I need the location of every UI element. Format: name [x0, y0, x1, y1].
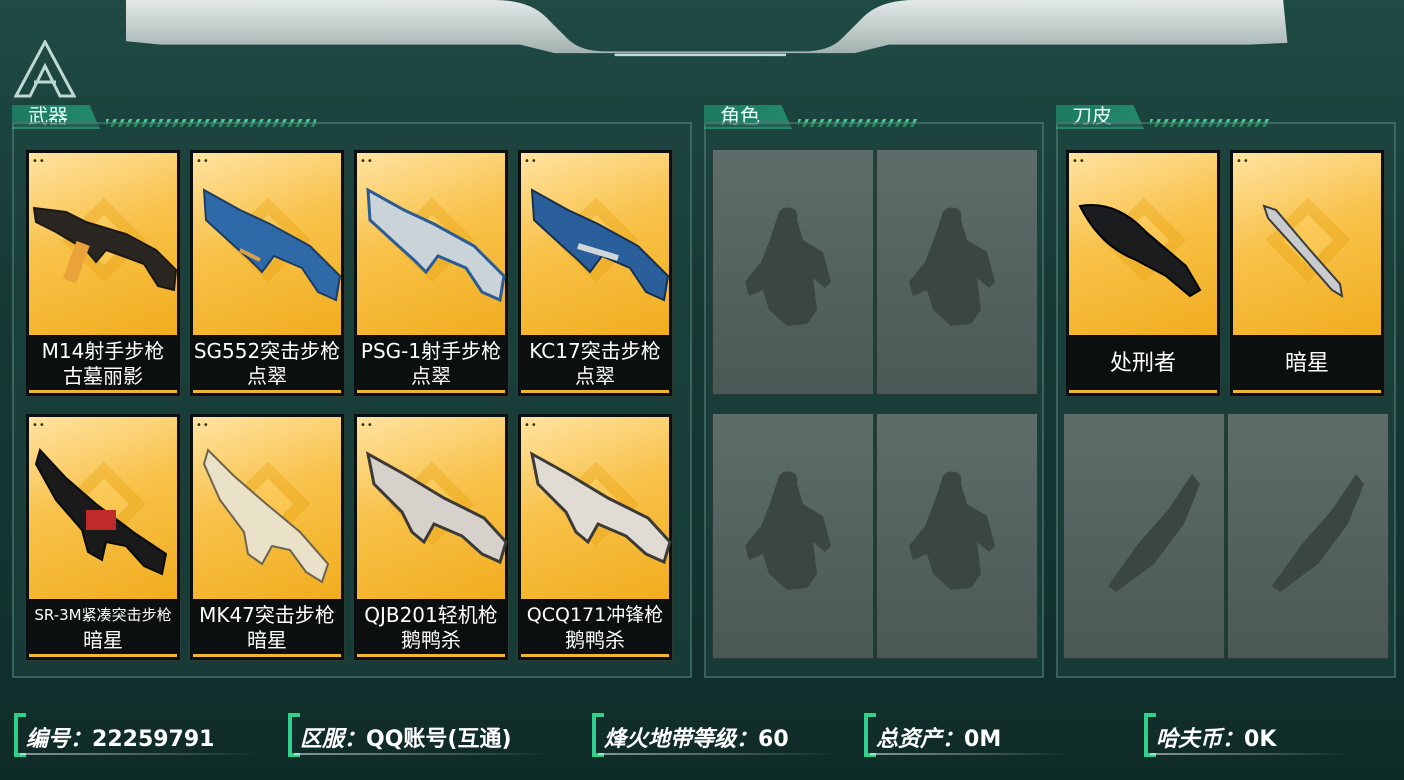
rifle-icon [366, 187, 506, 303]
assets-info: 总资产：0M [862, 713, 1082, 757]
weapon-skin: 古墓丽影 [63, 364, 143, 388]
coin-value: 0K [1244, 727, 1277, 752]
assets-value: 0M [964, 727, 1002, 752]
weapon-card[interactable]: •• SR-3M紧凑突击步枪 暗星 [25, 413, 181, 661]
card-corner-marker: •• [32, 420, 46, 431]
rarity-bar [193, 654, 341, 657]
underline-decoration [870, 753, 1070, 755]
weapon-skin: 暗星 [83, 628, 123, 652]
weapon-skin: 点翠 [411, 364, 451, 388]
rifle-icon [202, 448, 330, 584]
character-slot[interactable] [712, 413, 874, 659]
weapon-card[interactable]: •• SG552突击步枪 点翠 [189, 149, 345, 397]
server-info: 区服：QQ账号(互通) [286, 713, 566, 757]
rifle-icon [365, 451, 508, 565]
weapon-skin: 鹅鸭杀 [401, 628, 461, 652]
character-slot[interactable] [876, 413, 1038, 659]
card-corner-marker: •• [524, 156, 538, 167]
soldier-silhouette-icon [745, 207, 831, 326]
knife-card[interactable]: •• 处刑者 [1065, 149, 1221, 397]
weapon-name: SG552突击步枪 [193, 339, 341, 363]
rifle-icon [34, 448, 168, 576]
coin-label: 哈夫币： [1156, 727, 1245, 752]
rifle-icon [530, 188, 670, 302]
rifle-icon [529, 451, 672, 565]
account-id-value: 22259791 [92, 727, 215, 752]
rarity-bar [357, 654, 505, 657]
underline-decoration [1150, 753, 1350, 755]
weapon-skin: 点翠 [247, 364, 287, 388]
rarity-bar [29, 390, 177, 393]
weapon-card[interactable]: •• QCQ171冲锋枪 鹅鸭杀 [517, 413, 673, 661]
account-id-label: 编号： [26, 727, 93, 752]
knife-icon [1262, 204, 1344, 298]
weapon-card[interactable]: •• KC17突击步枪 点翠 [517, 149, 673, 397]
knife-name: 处刑者 [1109, 351, 1176, 376]
weapon-name: KC17突击步枪 [529, 339, 661, 363]
rarity-bar [1233, 390, 1381, 393]
weapon-skin: 暗星 [247, 628, 287, 652]
knife-icon [1078, 204, 1202, 298]
level-value: 60 [758, 727, 789, 752]
game-logo [14, 40, 76, 98]
top-frame [126, 0, 1288, 57]
level-info: 烽火地带等级：60 [590, 713, 850, 757]
card-corner-marker: •• [196, 420, 210, 431]
weapon-name: QJB201轻机枪 [364, 603, 498, 627]
card-corner-marker: •• [360, 156, 374, 167]
weapon-name: MK47突击步枪 [199, 603, 335, 627]
character-slot[interactable] [876, 149, 1038, 395]
weapon-card[interactable]: •• PSG-1射手步枪 点翠 [353, 149, 509, 397]
soldier-silhouette-icon [745, 471, 831, 590]
level-label: 烽火地带等级： [604, 727, 759, 752]
weapon-skin: 鹅鸭杀 [565, 628, 625, 652]
server-value: QQ账号(互通) [366, 727, 512, 752]
underline-decoration [598, 753, 838, 755]
knife-silhouette-icon [1272, 474, 1364, 592]
underline-decoration [20, 753, 260, 755]
rifle-icon [202, 188, 342, 302]
knife-slot[interactable] [1227, 413, 1389, 659]
knife-card[interactable]: •• 暗星 [1229, 149, 1385, 397]
rarity-bar [521, 390, 669, 393]
server-label: 区服： [300, 727, 367, 752]
card-corner-marker: •• [360, 420, 374, 431]
knife-silhouette-icon [1108, 474, 1200, 592]
rarity-bar [357, 390, 505, 393]
character-slot[interactable] [712, 149, 874, 395]
underline-decoration [294, 753, 554, 755]
rarity-bar [193, 390, 341, 393]
soldier-silhouette-icon [909, 471, 995, 590]
rifle-icon [32, 206, 178, 292]
account-id-info: 编号：22259791 [12, 713, 272, 757]
weapon-name: M14射手步枪 [41, 339, 165, 363]
knife-slot[interactable] [1063, 413, 1225, 659]
rarity-bar [521, 654, 669, 657]
rarity-bar [29, 654, 177, 657]
weapon-card[interactable]: •• MK47突击步枪 暗星 [189, 413, 345, 661]
card-corner-marker: •• [196, 156, 210, 167]
card-corner-marker: •• [1236, 156, 1250, 167]
weapon-card[interactable]: •• QJB201轻机枪 鹅鸭杀 [353, 413, 509, 661]
weapon-card[interactable]: •• M14射手步枪 古墓丽影 [25, 149, 181, 397]
soldier-silhouette-icon [909, 207, 995, 326]
weapon-name: QCQ171冲锋枪 [526, 604, 664, 626]
weapon-name: PSG-1射手步枪 [360, 339, 502, 363]
weapon-name: SR-3M紧凑突击步枪 [34, 606, 172, 624]
card-corner-marker: •• [524, 420, 538, 431]
assets-label: 总资产： [876, 727, 965, 752]
knife-name: 暗星 [1284, 351, 1329, 376]
card-corner-marker: •• [32, 156, 46, 167]
weapon-skin: 点翠 [575, 364, 615, 388]
rarity-bar [1069, 390, 1217, 393]
coin-info: 哈夫币：0K [1142, 713, 1362, 757]
card-corner-marker: •• [1072, 156, 1086, 167]
